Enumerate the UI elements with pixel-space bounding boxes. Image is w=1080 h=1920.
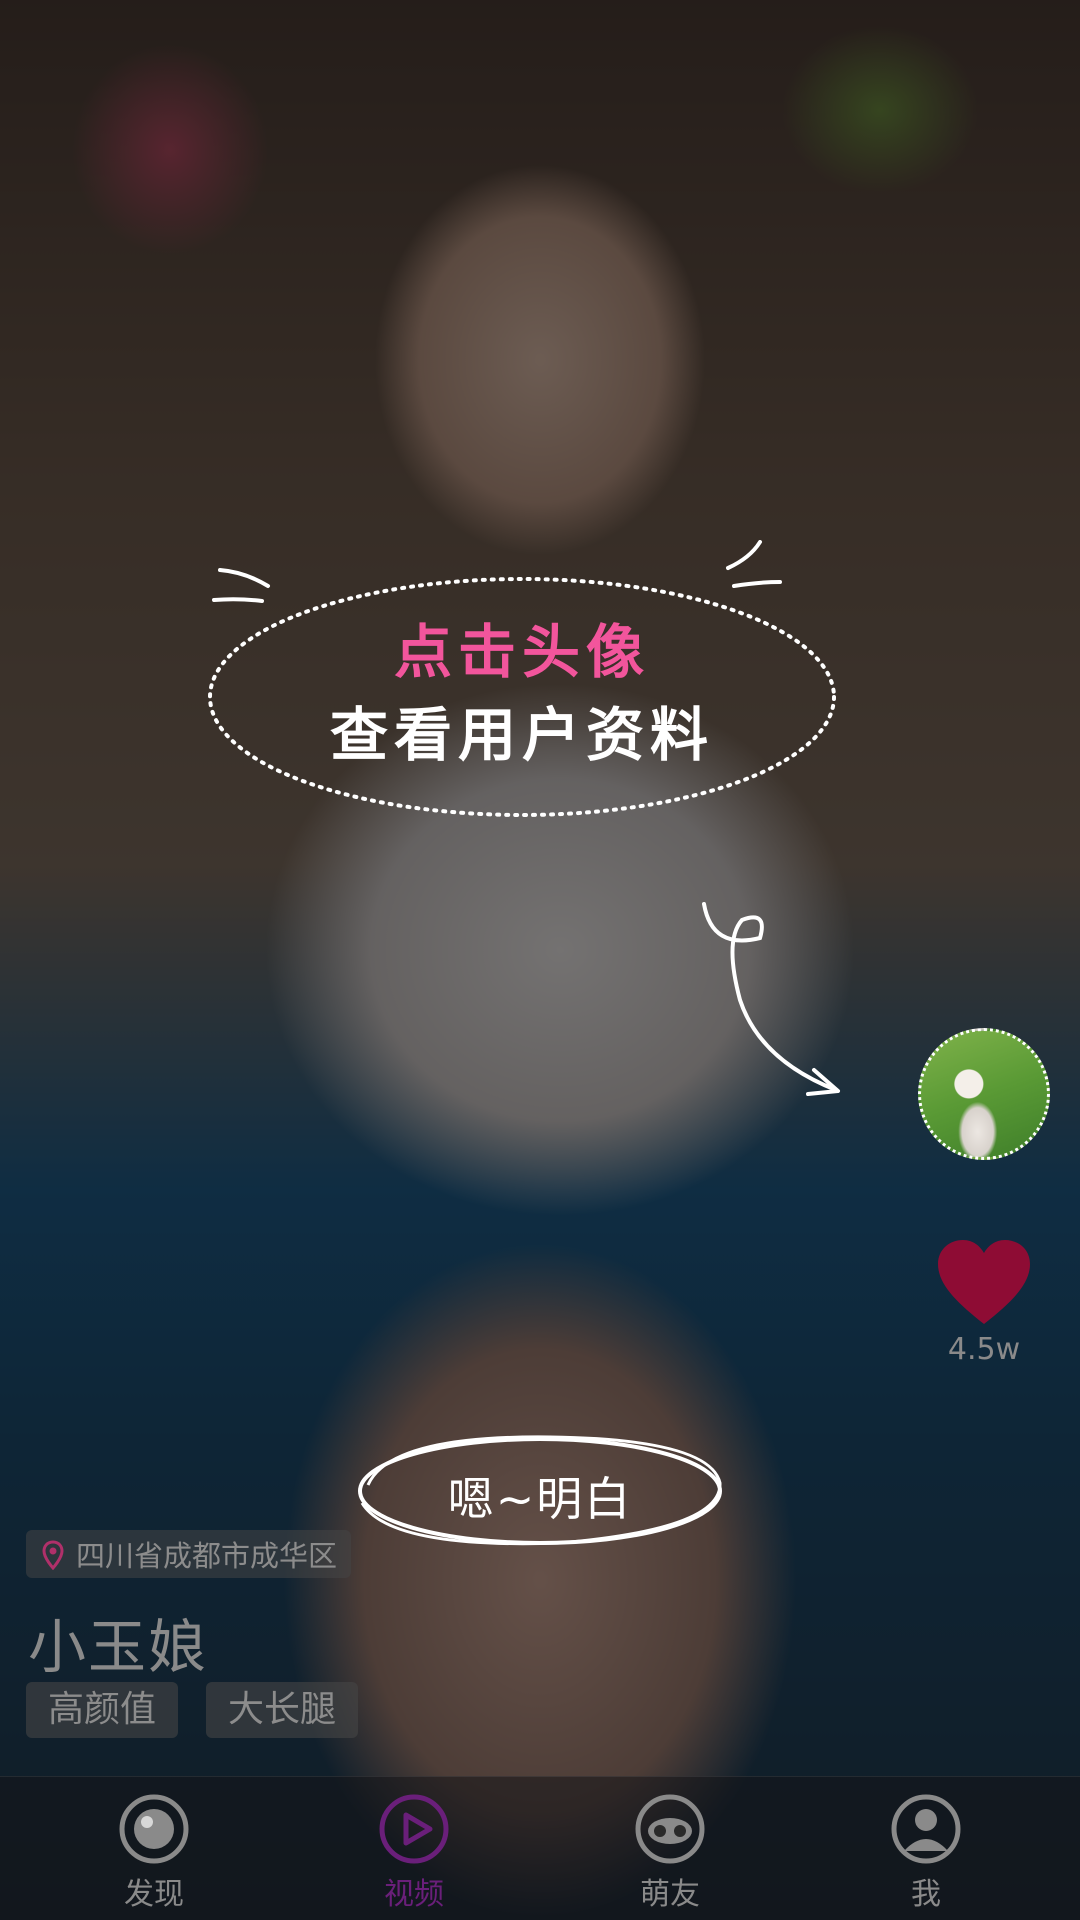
nav-item-me[interactable]: 我 [846,1777,1006,1920]
discover-icon [119,1794,189,1864]
nav-label: 我 [911,1877,941,1912]
hint-subtitle: 查看用户资料 [329,701,714,769]
user-icon [891,1794,961,1864]
tag: 大长腿 [206,1682,359,1738]
curved-arrow-icon [702,902,840,1096]
user-name[interactable]: 小玉娘 [28,1600,208,1684]
video-screen: 点击头像 查看用户资料 4.5w 嗯~明白 四川省成都市成华区 小玉娘 高颜值 … [0,0,1080,1920]
like-button[interactable] [936,1238,1032,1328]
nav-label: 萌友 [640,1877,700,1912]
tag: 高颜值 [26,1682,179,1738]
nav-item-friends[interactable]: 萌友 [590,1777,750,1920]
got-it-label: 嗯~明白 [447,1472,633,1526]
hint-title: 点击头像 [393,618,650,686]
video-play-icon [379,1794,449,1864]
bottom-nav: 发现 视频 萌友 我 [0,1776,1080,1920]
location-badge: 四川省成都市成华区 [26,1530,352,1578]
location-text: 四川省成都市成华区 [76,1539,338,1573]
nav-item-video[interactable]: 视频 [334,1777,494,1920]
user-avatar[interactable] [918,1028,1050,1160]
location-pin-icon [42,1540,64,1570]
nav-label: 视频 [384,1877,444,1912]
friends-icon [635,1794,705,1864]
got-it-button[interactable]: 嗯~明白 [350,1425,730,1555]
like-count: 4.5w [947,1332,1021,1367]
nav-item-discover[interactable]: 发现 [74,1777,234,1920]
nav-label: 发现 [124,1877,184,1912]
heart-icon [938,1240,1030,1324]
